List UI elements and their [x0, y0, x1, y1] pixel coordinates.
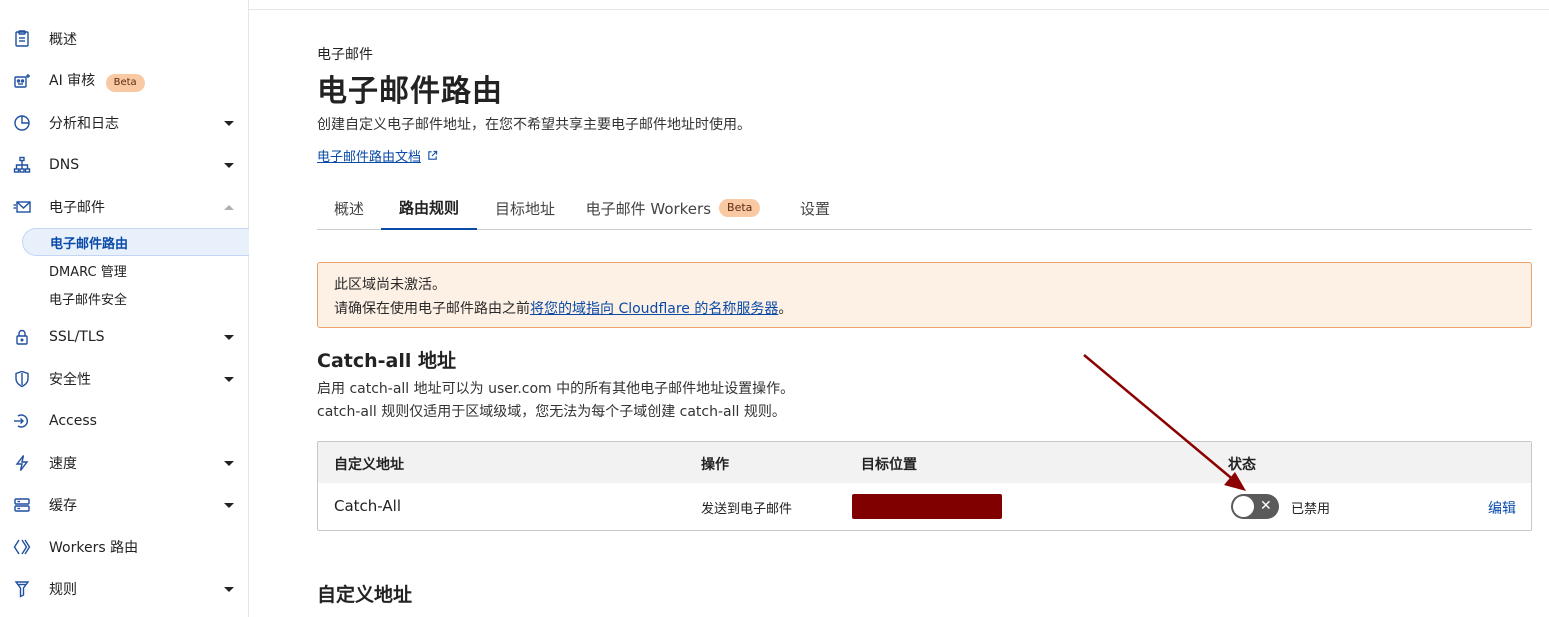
workers-icon	[12, 537, 32, 557]
edit-link[interactable]: 编辑	[1488, 498, 1516, 518]
sidebar-item-label: 速度	[49, 456, 77, 472]
page-description: 创建自定义电子邮件地址，在您不希望共享主要电子邮件地址时使用。	[317, 117, 751, 133]
shield-icon	[12, 369, 32, 389]
sidebar-item-access[interactable]: Access	[0, 403, 248, 439]
table-header: 自定义地址 操作 目标位置 状态	[318, 442, 1531, 483]
chevron-down-icon	[224, 586, 234, 592]
sidebar-item-cache[interactable]: 缓存	[0, 487, 248, 523]
sidebar-item-label: SSL/TLS	[49, 329, 105, 345]
sidebar-item-analytics[interactable]: 分析和日志	[0, 105, 248, 141]
sidebar-item-label: 安全性	[49, 372, 91, 388]
tab-destination-addresses[interactable]: 目标地址	[477, 186, 573, 230]
sidebar-item-label: 分析和日志	[49, 116, 119, 132]
chevron-up-icon	[224, 204, 234, 210]
tab-bar: 概述 路由规则 目标地址 电子邮件 Workers Beta 设置	[317, 186, 1532, 230]
sidebar: 概述 AI 审核 Beta 分析和日志 DNS 电子邮件 电子邮件路由 DMAR…	[0, 0, 249, 617]
docs-link-label: 电子邮件路由文档	[317, 150, 422, 165]
chevron-down-icon	[224, 460, 234, 466]
row-action: 发送到电子邮件	[701, 502, 793, 517]
sidebar-item-label: AI 审核 Beta	[49, 70, 145, 92]
tab-email-workers-label: 电子邮件 Workers	[585, 199, 712, 218]
alert-line-1: 此区域尚未激活。	[334, 277, 446, 293]
chevron-down-icon	[224, 376, 234, 382]
chevron-down-icon	[224, 162, 234, 168]
docs-link[interactable]: 电子邮件路由文档	[317, 146, 438, 165]
sidebar-item-label: Workers 路由	[49, 540, 139, 556]
alert-line-2: 请确保在使用电子邮件路由之前将您的域指向 Cloudflare 的名称服务器。	[334, 297, 1515, 321]
chevron-down-icon	[224, 120, 234, 126]
server-icon	[12, 495, 32, 515]
sidebar-subitem-dmarc[interactable]: DMARC 管理	[22, 256, 249, 284]
access-icon	[12, 411, 32, 431]
tab-routing-rules[interactable]: 路由规则	[381, 186, 477, 230]
column-header-status: 状态	[1228, 457, 1256, 473]
robot-icon	[12, 71, 32, 91]
section-eyebrow: 电子邮件	[317, 47, 373, 63]
sidebar-item-security[interactable]: 安全性	[0, 361, 248, 397]
nameserver-link[interactable]: 将您的域指向 Cloudflare 的名称服务器	[530, 301, 778, 317]
sidebar-subitem-email-security[interactable]: 电子邮件安全	[22, 284, 249, 312]
chevron-down-icon	[224, 334, 234, 340]
sidebar-item-ai-audit[interactable]: AI 审核 Beta	[0, 63, 248, 99]
page: 概述 AI 审核 Beta 分析和日志 DNS 电子邮件 电子邮件路由 DMAR…	[0, 0, 1549, 617]
sidebar-item-label: 电子邮件	[49, 200, 105, 216]
sidebar-item-dns[interactable]: DNS	[0, 147, 248, 183]
catch-all-enable-toggle[interactable]: ✕	[1231, 494, 1279, 519]
sidebar-item-text: AI 审核	[49, 73, 96, 89]
sidebar-item-workers-routes[interactable]: Workers 路由	[0, 529, 248, 565]
sidebar-item-rules[interactable]: 规则	[0, 571, 248, 607]
sidebar-item-speed[interactable]: 速度	[0, 445, 248, 481]
page-title: 电子邮件路由	[317, 74, 503, 109]
lightning-icon	[12, 453, 32, 473]
sidebar-subitem-email-routing[interactable]: 电子邮件路由	[22, 228, 249, 256]
network-icon	[12, 155, 32, 175]
sidebar-item-label: 缓存	[49, 498, 77, 514]
external-link-icon	[428, 150, 438, 160]
toggle-knob	[1233, 496, 1254, 517]
row-status: 已禁用	[1291, 502, 1331, 517]
document-icon	[12, 29, 32, 49]
sidebar-item-overview[interactable]: 概述	[0, 21, 248, 57]
beta-badge: Beta	[719, 199, 761, 217]
alert-text: 请确保在使用电子邮件路由之前	[334, 301, 530, 317]
filter-icon	[12, 579, 32, 599]
chevron-down-icon	[224, 502, 234, 508]
sidebar-item-ssl-tls[interactable]: SSL/TLS	[0, 319, 248, 355]
main-content: 电子邮件 电子邮件路由 创建自定义电子邮件地址，在您不希望共享主要电子邮件地址时…	[317, 0, 1532, 617]
table-row: Catch-All 发送到电子邮件 ✕ 已禁用 编辑	[318, 483, 1531, 530]
sidebar-item-email[interactable]: 电子邮件	[0, 189, 248, 225]
lock-icon	[12, 327, 32, 347]
custom-address-title: 自定义地址	[317, 584, 413, 606]
catch-all-description-1: 启用 catch-all 地址可以为 user.com 中的所有其他电子邮件地址…	[317, 381, 795, 397]
pie-chart-icon	[12, 113, 32, 133]
sidebar-item-label: 概述	[49, 32, 77, 48]
beta-badge: Beta	[105, 74, 145, 92]
alert-text-end: 。	[778, 301, 793, 317]
zone-inactive-alert: 此区域尚未激活。 请确保在使用电子邮件路由之前将您的域指向 Cloudflare…	[317, 262, 1532, 328]
sidebar-item-label: Access	[49, 413, 97, 429]
column-header-action: 操作	[701, 457, 729, 473]
column-header-address: 自定义地址	[334, 457, 404, 473]
catch-all-title: Catch-all 地址	[317, 350, 456, 372]
email-icon	[12, 197, 32, 217]
catch-all-table: 自定义地址 操作 目标位置 状态 Catch-All 发送到电子邮件 ✕ 已禁用…	[317, 441, 1532, 531]
row-address: Catch-All	[334, 497, 401, 515]
close-icon: ✕	[1260, 498, 1272, 514]
column-header-destination: 目标位置	[861, 457, 917, 473]
sidebar-item-label: 规则	[49, 582, 77, 598]
tab-settings[interactable]: 设置	[787, 186, 843, 230]
sidebar-item-label: DNS	[49, 157, 80, 173]
redacted-destination	[852, 494, 1002, 519]
tab-overview[interactable]: 概述	[317, 186, 381, 230]
catch-all-description-2: catch-all 规则仅适用于区域级域，您无法为每个子域创建 catch-al…	[317, 404, 786, 420]
tab-email-workers[interactable]: 电子邮件 Workers Beta	[573, 186, 773, 230]
